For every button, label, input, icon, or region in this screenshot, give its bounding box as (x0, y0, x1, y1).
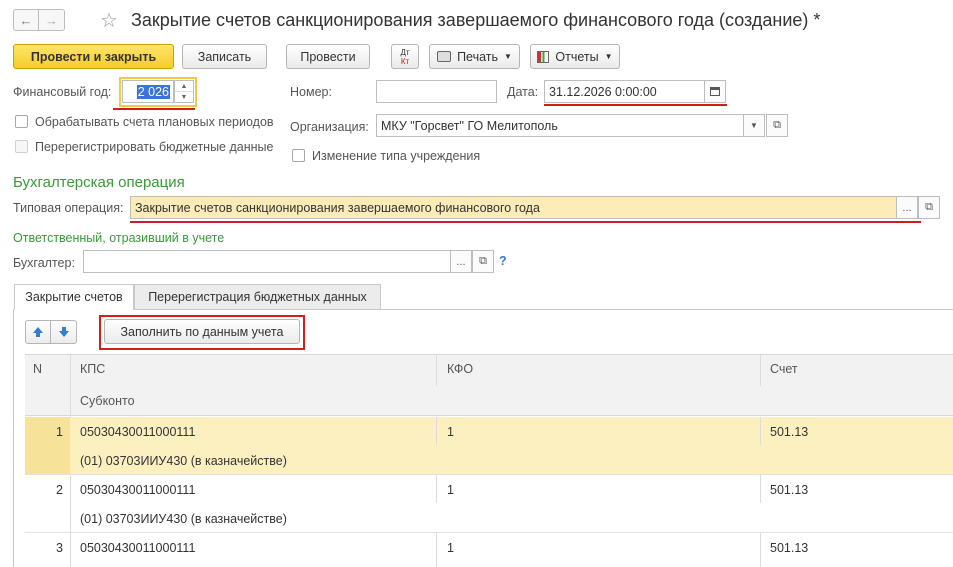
fiscal-year-input[interactable]: 2 026 (122, 80, 174, 103)
accountant-select-button[interactable]: ... (450, 250, 472, 273)
calendar-icon (710, 87, 720, 96)
table-header (25, 354, 953, 416)
reregister-label: Перерегистрировать бюджетные данные (35, 140, 274, 154)
typical-operation-label: Типовая операция: (13, 201, 124, 215)
forward-button[interactable]: → (39, 9, 65, 31)
row-kfo: 1 (447, 425, 454, 439)
step-up-icon[interactable]: ▲ (175, 81, 193, 92)
post-and-close-button[interactable]: Провести и закрыть (13, 44, 174, 69)
accountant-label: Бухгалтер: (13, 256, 75, 270)
report-chart-icon (537, 50, 550, 63)
operation-section-title: Бухгалтерская операция (13, 174, 185, 191)
fill-by-accounting-button[interactable]: Заполнить по данным учета (104, 319, 300, 344)
printer-icon (437, 51, 452, 62)
column-header-kps[interactable]: КПС (80, 362, 105, 376)
open-form-icon: ⧉ (773, 119, 781, 131)
accountant-open-button[interactable]: ⧉ (472, 250, 494, 273)
number-label: Номер: (290, 85, 332, 99)
process-planned-checkbox[interactable] (15, 115, 28, 128)
row-kfo: 1 (447, 483, 454, 497)
row-account: 501.13 (770, 483, 809, 497)
tab-closing-accounts[interactable]: Закрытие счетов (14, 284, 134, 310)
help-icon[interactable]: ? (499, 254, 507, 268)
red-underline-mark (130, 221, 921, 223)
column-divider (760, 354, 761, 386)
row-number-cell (25, 417, 70, 474)
organization-label: Организация: (290, 120, 369, 134)
typical-operation-open-button[interactable]: ⧉ (918, 196, 940, 219)
back-arrow-icon: ← (19, 12, 33, 28)
date-input[interactable]: 31.12.2026 0:00:00 (544, 80, 706, 103)
row-account: 501.13 (770, 425, 809, 439)
arrow-up-icon (33, 327, 43, 337)
tab-reregistration[interactable]: Перерегистрация бюджетных данных (134, 284, 381, 310)
print-button[interactable]: Печать ▼ (429, 44, 520, 69)
column-divider (436, 533, 437, 567)
row-n: 3 (56, 541, 63, 555)
back-button[interactable]: ← (13, 9, 39, 31)
responsible-title: Ответственный, отразивший в учете (13, 231, 225, 245)
fiscal-year-stepper[interactable]: ▲ ▼ (174, 80, 194, 103)
favorite-star-icon[interactable]: ☆ (100, 8, 118, 33)
column-header-n[interactable]: N (33, 362, 42, 376)
save-button[interactable]: Записать (182, 44, 267, 69)
reports-button[interactable]: Отчеты ▼ (530, 44, 620, 69)
column-divider (760, 417, 761, 445)
typical-operation-input[interactable]: Закрытие счетов санкционирования заверша… (130, 196, 898, 219)
row-subconto: (01) 03703ИИУ430 (в казначействе) (80, 454, 287, 468)
row-n: 1 (56, 425, 63, 439)
move-up-button[interactable] (25, 320, 51, 344)
fiscal-year-label: Финансовый год: (13, 85, 112, 99)
dt-kt-button[interactable]: Дт Кт (391, 44, 419, 69)
reregister-checkbox[interactable] (15, 140, 28, 153)
organization-open-button[interactable]: ⧉ (766, 114, 788, 137)
red-underline-mark (113, 108, 195, 110)
dropdown-arrow-icon: ▼ (504, 52, 512, 61)
column-header-kfo[interactable]: КФО (447, 362, 473, 376)
type-change-label: Изменение типа учреждения (312, 149, 481, 163)
row-kfo: 1 (447, 541, 454, 555)
process-planned-label: Обрабатывать счета плановых периодов (35, 115, 274, 129)
ellipsis-icon: ... (456, 255, 466, 268)
calendar-button[interactable] (704, 80, 726, 103)
column-divider (436, 354, 437, 386)
post-button[interactable]: Провести (286, 44, 370, 69)
row-n: 2 (56, 483, 63, 497)
accountant-input[interactable] (83, 250, 452, 273)
row-kps: 05030430011000111 (80, 425, 196, 439)
column-header-subconto[interactable]: Субконто (80, 394, 135, 408)
column-divider (436, 475, 437, 503)
arrow-down-icon (58, 327, 69, 337)
ellipsis-icon: ... (902, 201, 912, 214)
dropdown-arrow-icon: ▼ (750, 121, 758, 130)
date-label: Дата: (507, 85, 539, 99)
organization-dropdown-button[interactable]: ▼ (743, 114, 765, 137)
move-down-button[interactable] (51, 320, 77, 344)
number-input[interactable] (376, 80, 497, 103)
type-change-checkbox[interactable] (292, 149, 305, 162)
step-down-icon[interactable]: ▼ (175, 92, 193, 102)
window-title: Закрытие счетов санкционирования заверша… (131, 10, 821, 30)
row-account: 501.13 (770, 541, 809, 555)
row-subconto: (01) 03703ИИУ430 (в казначействе) (80, 512, 287, 526)
open-form-icon: ⧉ (479, 255, 487, 267)
dt-kt-icon: Дт Кт (400, 47, 410, 66)
column-header-account[interactable]: Счет (770, 362, 798, 376)
column-divider (760, 475, 761, 503)
forward-arrow-icon: → (45, 12, 58, 28)
typical-operation-select-button[interactable]: ... (896, 196, 918, 219)
row-kps: 05030430011000111 (80, 541, 196, 555)
column-divider (760, 533, 761, 567)
dropdown-arrow-icon: ▼ (604, 52, 613, 61)
open-form-icon: ⧉ (925, 201, 933, 213)
column-divider (436, 417, 437, 445)
row-kps: 05030430011000111 (80, 483, 196, 497)
organization-input[interactable]: МКУ "Горсвет" ГО Мелитополь (376, 114, 745, 137)
red-underline-mark (544, 104, 727, 106)
